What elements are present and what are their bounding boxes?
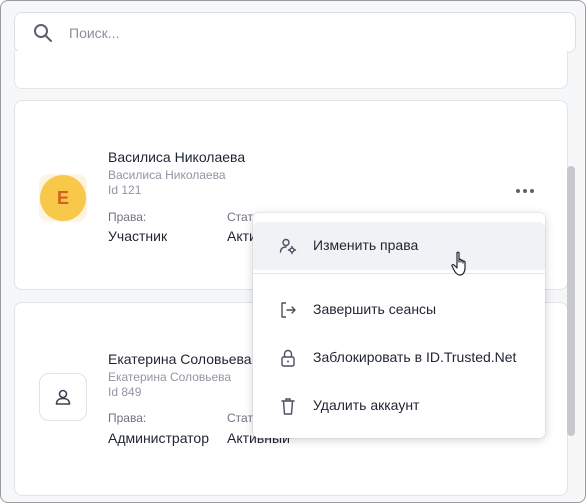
user-icon	[55, 389, 71, 405]
user-card-partial	[14, 51, 568, 89]
avatar-letter: Е	[40, 175, 86, 221]
rights-label: Права:	[108, 411, 147, 425]
user-id: Id 849	[108, 385, 142, 399]
rights-value: Администратор	[108, 430, 210, 446]
more-dot-icon	[530, 189, 534, 193]
user-subname: Василиса Николаева	[108, 168, 226, 182]
avatar	[39, 373, 87, 421]
rights-value: Участник	[108, 228, 168, 244]
user-name: Екатерина Соловьева	[108, 351, 252, 367]
user-id: Id 121	[108, 183, 142, 197]
menu-item-end-sessions[interactable]: Завершить сеансы	[253, 286, 545, 334]
menu-item-delete[interactable]: Удалить аккаунт	[253, 382, 545, 430]
user-settings-icon	[279, 238, 297, 255]
rights-label: Права:	[108, 210, 147, 224]
trash-icon	[281, 398, 295, 415]
logout-icon	[281, 302, 296, 318]
more-dot-icon	[516, 189, 520, 193]
menu-item-label: Заблокировать в ID.Trusted.Net	[313, 349, 517, 365]
more-options-button[interactable]	[513, 183, 537, 199]
search-bar[interactable]: Поиск...	[14, 12, 576, 53]
menu-item-block[interactable]: Заблокировать в ID.Trusted.Net	[253, 334, 545, 382]
menu-item-label: Изменить права	[313, 237, 419, 253]
status-label: Стат	[227, 411, 253, 425]
user-subname: Екатерина Соловьева	[108, 370, 232, 384]
menu-item-edit-rights[interactable]: Изменить права	[253, 222, 545, 270]
scrollbar-thumb[interactable]	[567, 166, 575, 436]
menu-item-label: Удалить аккаунт	[313, 397, 420, 413]
lock-icon	[281, 349, 295, 367]
status-label: Стат	[227, 210, 253, 224]
app-frame: Поиск... Е Василиса Николаева Василиса Н…	[0, 0, 586, 503]
search-icon	[34, 24, 52, 42]
menu-item-label: Завершить сеансы	[313, 301, 437, 317]
search-input[interactable]: Поиск...	[69, 25, 119, 41]
user-name: Василиса Николаева	[108, 149, 246, 165]
menu-divider	[253, 273, 545, 274]
more-dot-icon	[523, 189, 527, 193]
avatar: Е	[39, 174, 87, 222]
context-menu: Изменить права Завершить сеансы Заблокир…	[253, 213, 545, 438]
hand-cursor-icon	[451, 251, 466, 276]
